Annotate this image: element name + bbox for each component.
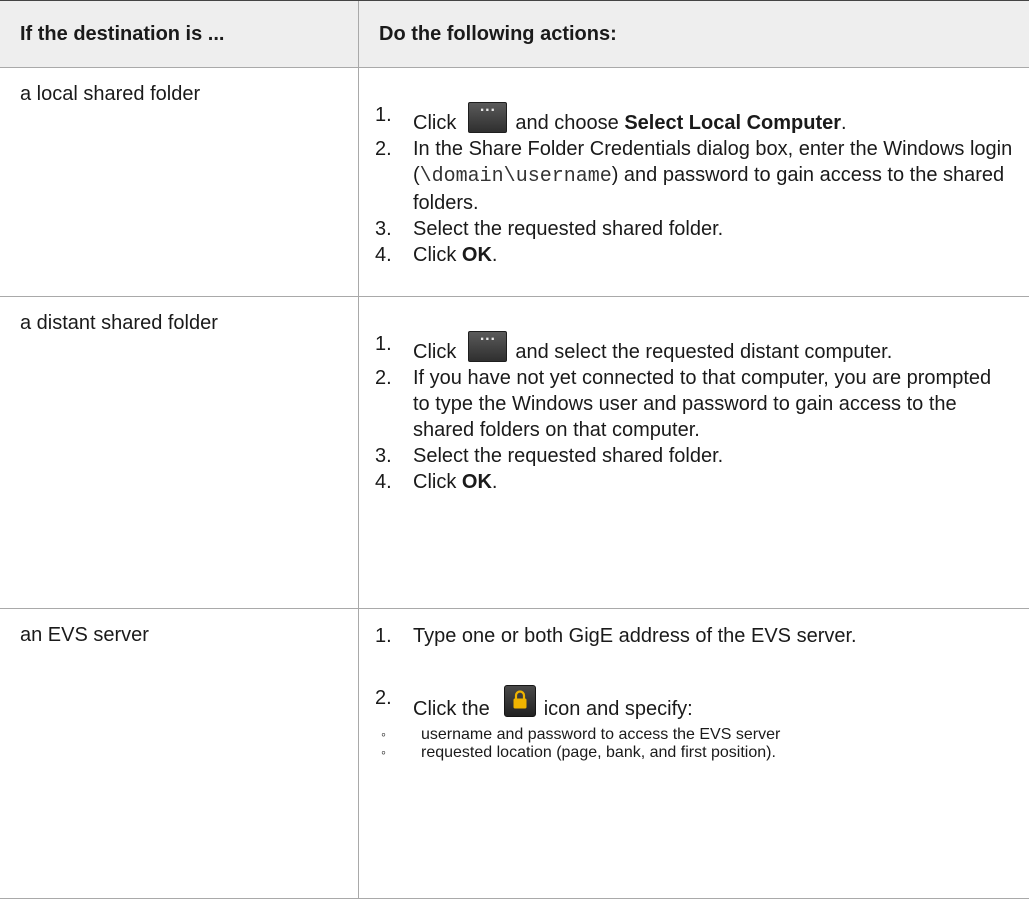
lock-icon[interactable]: [504, 685, 536, 717]
list-item: 2. Click theicon and specify:: [375, 685, 1029, 722]
list-item: 2. In the Share Folder Credentials dialo…: [375, 136, 1029, 216]
list-item: 1. Type one or both GigE address of the …: [375, 623, 1029, 649]
table-row: an EVS server 1. Type one or both GigE a…: [0, 609, 1029, 899]
table-row: a local shared folder 1. Click···and cho…: [0, 68, 1029, 297]
steps-list: 1. Click···and select the requested dist…: [359, 297, 1029, 495]
list-item: ◦ requested location (page, bank, and fi…: [381, 744, 1029, 762]
bullet-icon: ◦: [381, 726, 421, 744]
list-item: 3. Select the requested shared folder.: [375, 216, 1029, 242]
destination-local-shared-folder: a local shared folder: [0, 68, 358, 106]
sub-bullet-list: ◦ username and password to access the EV…: [359, 726, 1029, 762]
header-actions: Do the following actions:: [359, 1, 1029, 68]
ellipsis-button-icon[interactable]: ···: [468, 331, 507, 362]
destination-distant-shared-folder: a distant shared folder: [0, 297, 358, 335]
list-item: 4. Click OK.: [375, 469, 1029, 495]
ellipsis-button-icon[interactable]: ···: [468, 102, 507, 133]
bullet-icon: ◦: [381, 744, 421, 762]
list-item: 2. If you have not yet connected to that…: [375, 365, 1029, 443]
list-item: 3. Select the requested shared folder.: [375, 443, 1029, 469]
steps-list: 1. Click···and choose Select Local Compu…: [359, 68, 1029, 268]
header-destination: If the destination is ...: [0, 1, 359, 68]
destination-actions-table: If the destination is ... Do the followi…: [0, 0, 1029, 899]
list-item: 1. Click···and select the requested dist…: [375, 331, 1029, 365]
table-row: a distant shared folder 1. Click···and s…: [0, 297, 1029, 609]
list-item: 4. Click OK.: [375, 242, 1029, 268]
list-item: 1. Click···and choose Select Local Compu…: [375, 102, 1029, 136]
list-item: ◦ username and password to access the EV…: [381, 726, 1029, 744]
table-header-row: If the destination is ... Do the followi…: [0, 1, 1029, 68]
steps-list: 1. Type one or both GigE address of the …: [359, 609, 1029, 722]
destination-evs-server: an EVS server: [0, 609, 358, 647]
